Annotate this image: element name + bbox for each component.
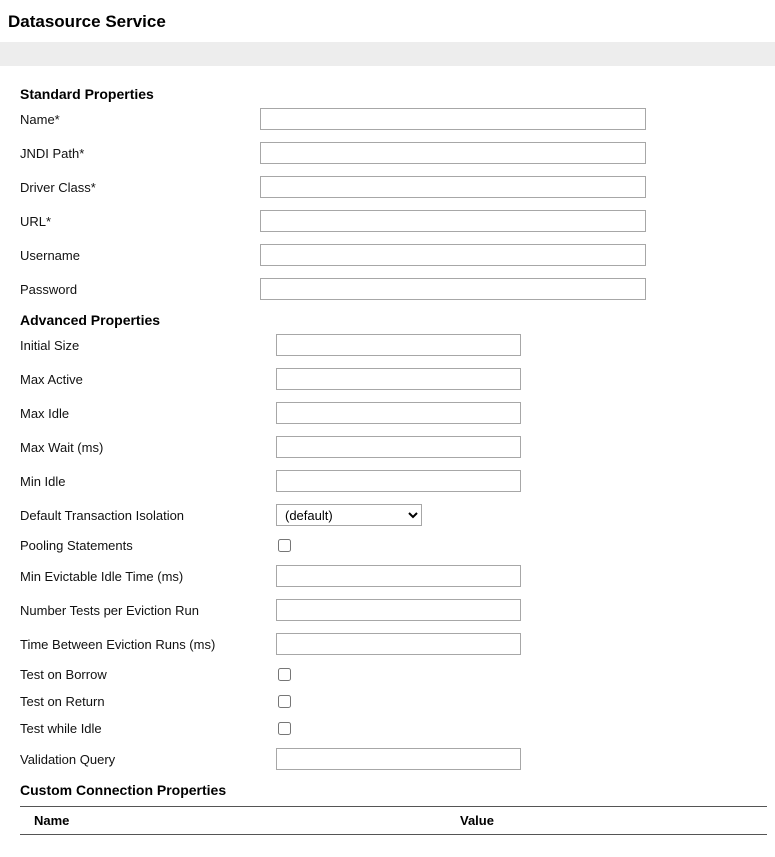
username-input[interactable] xyxy=(260,244,646,266)
driver-class-row: Driver Class* xyxy=(20,176,767,198)
initial-size-row: Initial Size xyxy=(20,334,767,356)
test-on-return-label: Test on Return xyxy=(20,694,276,709)
custom-col-name: Name xyxy=(20,813,460,828)
time-between-eviction-input[interactable] xyxy=(276,633,521,655)
test-on-borrow-label: Test on Borrow xyxy=(20,667,276,682)
test-while-idle-checkbox[interactable] xyxy=(278,722,291,735)
username-row: Username xyxy=(20,244,767,266)
num-tests-eviction-label: Number Tests per Eviction Run xyxy=(20,603,276,618)
max-wait-row: Max Wait (ms) xyxy=(20,436,767,458)
password-row: Password xyxy=(20,278,767,300)
min-idle-input[interactable] xyxy=(276,470,521,492)
driver-class-input[interactable] xyxy=(260,176,646,198)
min-idle-label: Min Idle xyxy=(20,474,276,489)
url-label: URL* xyxy=(20,214,260,229)
max-wait-label: Max Wait (ms) xyxy=(20,440,276,455)
test-while-idle-label: Test while Idle xyxy=(20,721,276,736)
default-tx-isolation-row: Default Transaction Isolation (default) xyxy=(20,504,767,526)
url-row: URL* xyxy=(20,210,767,232)
jndi-path-input[interactable] xyxy=(260,142,646,164)
validation-query-row: Validation Query xyxy=(20,748,767,770)
max-active-input[interactable] xyxy=(276,368,521,390)
min-evictable-idle-input[interactable] xyxy=(276,565,521,587)
test-on-return-row: Test on Return xyxy=(20,694,767,709)
max-active-label: Max Active xyxy=(20,372,276,387)
url-input[interactable] xyxy=(260,210,646,232)
name-row: Name* xyxy=(20,108,767,130)
custom-connection-properties-header: Custom Connection Properties xyxy=(20,782,767,798)
default-tx-isolation-label: Default Transaction Isolation xyxy=(20,508,276,523)
jndi-path-label: JNDI Path* xyxy=(20,146,260,161)
max-wait-input[interactable] xyxy=(276,436,521,458)
validation-query-label: Validation Query xyxy=(20,752,276,767)
custom-col-value: Value xyxy=(460,813,494,828)
max-idle-input[interactable] xyxy=(276,402,521,424)
max-idle-label: Max Idle xyxy=(20,406,276,421)
min-evictable-idle-label: Min Evictable Idle Time (ms) xyxy=(20,569,276,584)
custom-properties-table: Name Value xyxy=(20,806,767,835)
max-idle-row: Max Idle xyxy=(20,402,767,424)
top-bar xyxy=(0,42,775,66)
time-between-eviction-row: Time Between Eviction Runs (ms) xyxy=(20,633,767,655)
test-on-borrow-checkbox[interactable] xyxy=(278,668,291,681)
num-tests-eviction-row: Number Tests per Eviction Run xyxy=(20,599,767,621)
test-on-return-checkbox[interactable] xyxy=(278,695,291,708)
advanced-properties-header: Advanced Properties xyxy=(20,312,767,328)
name-label: Name* xyxy=(20,112,260,127)
test-while-idle-row: Test while Idle xyxy=(20,721,767,736)
min-idle-row: Min Idle xyxy=(20,470,767,492)
username-label: Username xyxy=(20,248,260,263)
pooling-statements-label: Pooling Statements xyxy=(20,538,276,553)
initial-size-label: Initial Size xyxy=(20,338,276,353)
max-active-row: Max Active xyxy=(20,368,767,390)
initial-size-input[interactable] xyxy=(276,334,521,356)
num-tests-eviction-input[interactable] xyxy=(276,599,521,621)
password-input[interactable] xyxy=(260,278,646,300)
password-label: Password xyxy=(20,282,260,297)
test-on-borrow-row: Test on Borrow xyxy=(20,667,767,682)
time-between-eviction-label: Time Between Eviction Runs (ms) xyxy=(20,637,276,652)
min-evictable-idle-row: Min Evictable Idle Time (ms) xyxy=(20,565,767,587)
standard-properties-header: Standard Properties xyxy=(20,86,767,102)
custom-table-header: Name Value xyxy=(20,806,767,835)
name-input[interactable] xyxy=(260,108,646,130)
validation-query-input[interactable] xyxy=(276,748,521,770)
jndi-path-row: JNDI Path* xyxy=(20,142,767,164)
default-tx-isolation-select[interactable]: (default) xyxy=(276,504,422,526)
page-title: Datasource Service xyxy=(0,0,775,42)
pooling-statements-checkbox[interactable] xyxy=(278,539,291,552)
driver-class-label: Driver Class* xyxy=(20,180,260,195)
pooling-statements-row: Pooling Statements xyxy=(20,538,767,553)
